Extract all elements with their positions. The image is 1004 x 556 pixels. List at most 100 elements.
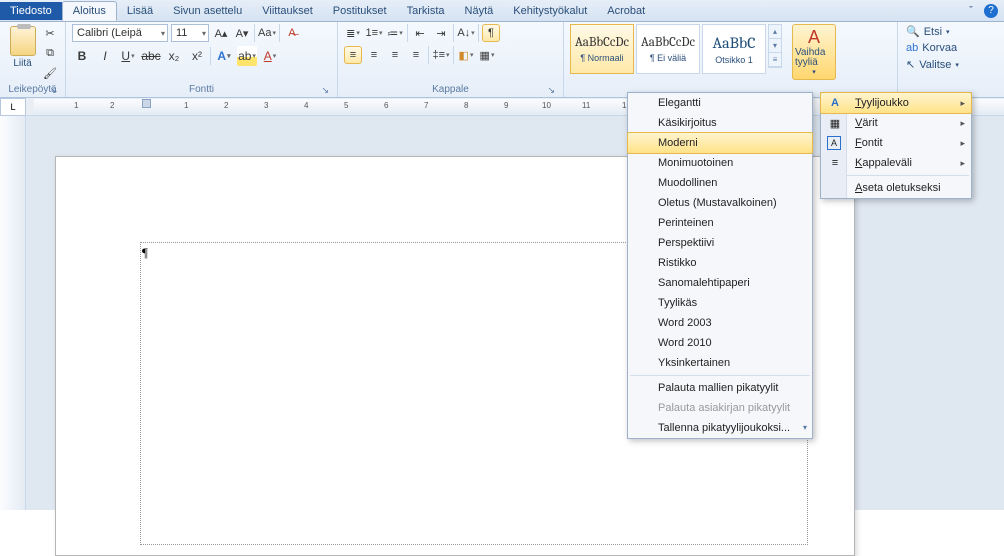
decrease-indent-button[interactable]: ⇤: [411, 24, 429, 42]
change-case-button[interactable]: Aa: [258, 24, 276, 42]
format-painter-button[interactable]: 🖌: [41, 64, 59, 82]
paraspacing-icon: ≡: [827, 155, 843, 171]
replace-icon: ab: [906, 42, 918, 54]
line-spacing-button[interactable]: ‡≡: [432, 46, 450, 64]
paragraph-mark: ¶: [142, 245, 148, 261]
tab-insert[interactable]: Lisää: [117, 2, 163, 20]
menu-styleset[interactable]: A Tyylijoukko: [820, 92, 972, 114]
select-button[interactable]: ↖Valitse ▾: [904, 57, 961, 72]
tab-view[interactable]: Näytä: [455, 2, 504, 20]
paste-label: Liitä: [13, 58, 31, 69]
strikethrough-button[interactable]: abc: [141, 46, 161, 66]
styleset-item[interactable]: Oletus (Mustavalkoinen): [628, 193, 812, 213]
tab-layout[interactable]: Sivun asettelu: [163, 2, 252, 20]
clipboard-dialog-launcher[interactable]: ↘: [49, 85, 57, 96]
font-dialog-launcher[interactable]: ↘: [321, 85, 329, 96]
styleset-item[interactable]: Yksinkertainen: [628, 353, 812, 373]
change-styles-button[interactable]: A Vaihda tyyliä ▾: [792, 24, 836, 80]
reset-template-styles[interactable]: Palauta mallien pikatyylit: [628, 378, 812, 398]
styleset-item[interactable]: Moderni: [627, 132, 813, 154]
tab-mailings[interactable]: Postitukset: [323, 2, 397, 20]
paragraph-group-label: Kappale↘: [344, 83, 557, 97]
styleset-item[interactable]: Elegantti: [628, 93, 812, 113]
align-center-button[interactable]: ≡: [365, 46, 383, 64]
minimize-ribbon-icon[interactable]: ˇ: [964, 4, 978, 18]
bold-button[interactable]: B: [72, 46, 92, 66]
styleset-icon: A: [827, 95, 843, 111]
menu-colors[interactable]: ▦ Värit: [821, 113, 971, 133]
tab-review[interactable]: Tarkista: [397, 2, 455, 20]
shading-button[interactable]: ◧: [457, 46, 475, 64]
clear-formatting-button[interactable]: A̶: [283, 24, 301, 42]
menu-fonts[interactable]: A Fontit: [821, 133, 971, 153]
font-size-combo[interactable]: 11: [171, 24, 209, 42]
text-effects-button[interactable]: A: [214, 46, 234, 66]
cut-button[interactable]: ✂: [41, 24, 59, 42]
tab-home[interactable]: Aloitus: [62, 1, 117, 21]
shrink-font-button[interactable]: A▾: [233, 24, 251, 42]
clipboard-group-label: Leikepöytä↘: [6, 83, 59, 97]
paragraph-dialog-launcher[interactable]: ↘: [547, 85, 555, 96]
align-left-button[interactable]: ≡: [344, 46, 362, 64]
help-icon[interactable]: ?: [984, 4, 998, 18]
change-styles-icon: A: [808, 27, 820, 48]
underline-button[interactable]: U: [118, 46, 138, 66]
style-preview: AaBbCcDc: [641, 35, 695, 50]
styleset-item[interactable]: Word 2003: [628, 313, 812, 333]
tab-selector[interactable]: L: [0, 98, 26, 116]
numbering-button[interactable]: 1≡: [365, 24, 383, 42]
show-marks-button[interactable]: ¶: [482, 24, 500, 42]
replace-button[interactable]: abKorvaa: [904, 41, 961, 55]
style-preview: AaBbCcDc: [575, 35, 629, 50]
tab-file[interactable]: Tiedosto: [0, 2, 62, 20]
change-styles-label: Vaihda tyyliä: [795, 48, 833, 68]
styleset-item[interactable]: Monimuotoinen: [628, 153, 812, 173]
styleset-menu: Elegantti Käsikirjoitus Moderni Monimuot…: [627, 92, 813, 439]
tab-developer[interactable]: Kehitystyökalut: [503, 2, 597, 20]
style-normal[interactable]: AaBbCcDc ¶ Normaali: [570, 24, 634, 74]
indent-marker[interactable]: [142, 99, 151, 108]
styleset-item[interactable]: Word 2010: [628, 333, 812, 353]
style-name: ¶ Ei väliä: [650, 53, 686, 63]
style-name: Otsikko 1: [715, 55, 753, 65]
highlight-button[interactable]: ab: [237, 46, 257, 66]
justify-button[interactable]: ≡: [407, 46, 425, 64]
font-name-combo[interactable]: Calibri (Leipä: [72, 24, 168, 42]
copy-button[interactable]: ⧉: [41, 44, 59, 62]
styleset-item[interactable]: Tyylikäs: [628, 293, 812, 313]
styleset-item[interactable]: Ristikko: [628, 253, 812, 273]
menu-paraspacing[interactable]: ≡ Kappaleväli: [821, 153, 971, 173]
menu-set-default[interactable]: Aseta oletukseksi: [821, 178, 971, 198]
style-gallery-scroll[interactable]: ▴▾≡: [768, 24, 782, 68]
styleset-item[interactable]: Muodollinen: [628, 173, 812, 193]
fonts-icon: A: [827, 136, 841, 150]
multilevel-button[interactable]: ≔: [386, 24, 404, 42]
styleset-item[interactable]: Sanomalehtipaperi: [628, 273, 812, 293]
font-color-button[interactable]: A: [260, 46, 280, 66]
find-icon: 🔍: [906, 25, 920, 38]
tab-references[interactable]: Viittaukset: [252, 2, 323, 20]
sort-button[interactable]: A↓: [457, 24, 475, 42]
tab-acrobat[interactable]: Acrobat: [597, 2, 655, 20]
superscript-button[interactable]: x²: [187, 46, 207, 66]
styleset-item[interactable]: Perinteinen: [628, 213, 812, 233]
increase-indent-button[interactable]: ⇥: [432, 24, 450, 42]
style-nospacing[interactable]: AaBbCcDc ¶ Ei väliä: [636, 24, 700, 74]
find-button[interactable]: 🔍Etsi ▾: [904, 24, 961, 39]
subscript-button[interactable]: x₂: [164, 46, 184, 66]
styleset-item[interactable]: Käsikirjoitus: [628, 113, 812, 133]
borders-button[interactable]: ▦: [478, 46, 496, 64]
save-styleset[interactable]: Tallenna pikatyylijoukoksi...: [628, 418, 812, 438]
bullets-button[interactable]: ≣: [344, 24, 362, 42]
reset-doc-styles: Palauta asiakirjan pikatyylit: [628, 398, 812, 418]
paste-button[interactable]: Liitä: [6, 24, 39, 71]
styleset-item[interactable]: Perspektiivi: [628, 233, 812, 253]
grow-font-button[interactable]: A▴: [212, 24, 230, 42]
clipboard-icon: [10, 26, 36, 56]
align-right-button[interactable]: ≡: [386, 46, 404, 64]
font-group-label: Fontti↘: [72, 83, 331, 97]
colors-icon: ▦: [827, 115, 843, 131]
style-preview: AaBbC: [713, 34, 756, 52]
style-heading1[interactable]: AaBbC Otsikko 1: [702, 24, 766, 74]
italic-button[interactable]: I: [95, 46, 115, 66]
